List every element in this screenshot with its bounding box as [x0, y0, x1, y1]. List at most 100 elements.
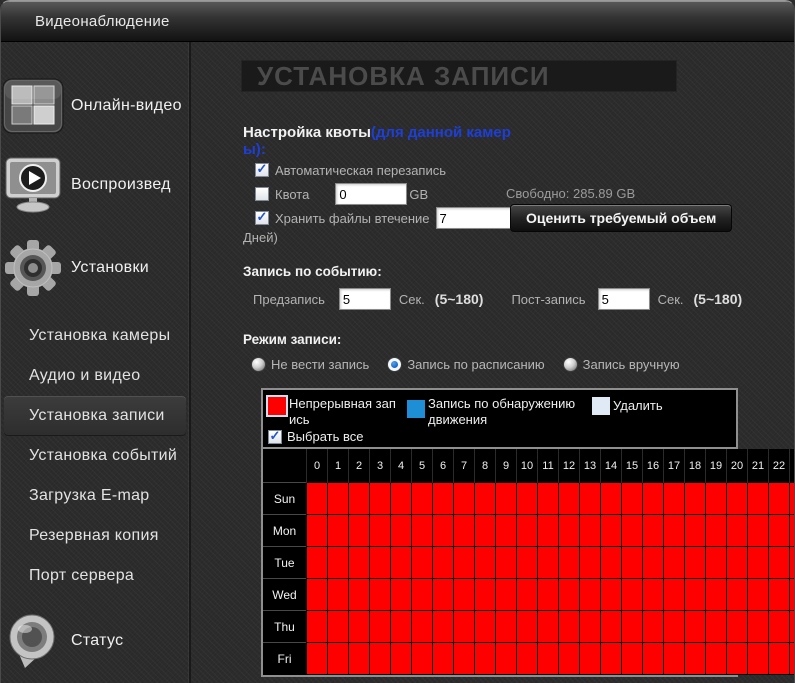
- estimate-volume-button[interactable]: Оценить требуемый объем: [510, 204, 732, 232]
- quota-input[interactable]: [335, 183, 407, 205]
- schedule-cell[interactable]: [559, 611, 580, 643]
- schedule-cell[interactable]: [685, 643, 706, 675]
- schedule-cell[interactable]: [685, 611, 706, 643]
- auto-overwrite-checkbox[interactable]: [255, 163, 269, 177]
- schedule-cell[interactable]: [328, 579, 349, 611]
- schedule-cell[interactable]: [685, 579, 706, 611]
- schedule-cell[interactable]: [412, 579, 433, 611]
- schedule-cell[interactable]: [454, 643, 475, 675]
- schedule-cell[interactable]: [496, 547, 517, 579]
- schedule-cell[interactable]: [748, 611, 769, 643]
- schedule-cell[interactable]: [517, 643, 538, 675]
- schedule-cell[interactable]: [475, 515, 496, 547]
- sidebar-item-резервная-копия[interactable]: Резервная копия: [1, 516, 189, 556]
- schedule-cell[interactable]: [454, 515, 475, 547]
- sidebar-item-playback[interactable]: Воспроизвед: [1, 156, 189, 214]
- schedule-cell[interactable]: [790, 611, 795, 643]
- schedule-cell[interactable]: [580, 547, 601, 579]
- schedule-cell[interactable]: [433, 483, 454, 515]
- schedule-cell[interactable]: [622, 611, 643, 643]
- schedule-cell[interactable]: [475, 483, 496, 515]
- schedule-cell[interactable]: [727, 579, 748, 611]
- schedule-cell[interactable]: [601, 547, 622, 579]
- schedule-cell[interactable]: [706, 515, 727, 547]
- schedule-cell[interactable]: [748, 547, 769, 579]
- legend-swatch-icon[interactable]: [407, 400, 425, 418]
- schedule-cell[interactable]: [790, 515, 795, 547]
- record-mode-option[interactable]: Не вести запись: [251, 357, 369, 372]
- schedule-cell[interactable]: [454, 611, 475, 643]
- schedule-cell[interactable]: [496, 611, 517, 643]
- schedule-cell[interactable]: [391, 643, 412, 675]
- schedule-cell[interactable]: [370, 643, 391, 675]
- schedule-cell[interactable]: [412, 515, 433, 547]
- schedule-cell[interactable]: [412, 643, 433, 675]
- schedule-cell[interactable]: [580, 611, 601, 643]
- schedule-cell[interactable]: [769, 611, 790, 643]
- schedule-cell[interactable]: [454, 579, 475, 611]
- schedule-cell[interactable]: [559, 579, 580, 611]
- schedule-cell[interactable]: [391, 547, 412, 579]
- schedule-cell[interactable]: [601, 643, 622, 675]
- schedule-cell[interactable]: [664, 611, 685, 643]
- schedule-cell[interactable]: [433, 643, 454, 675]
- schedule-cell[interactable]: [622, 515, 643, 547]
- legend-item[interactable]: Запись по обнаружению движения: [407, 396, 580, 428]
- schedule-cell[interactable]: [412, 611, 433, 643]
- legend-item[interactable]: Удалить: [592, 396, 663, 415]
- record-mode-option[interactable]: Запись по расписанию: [387, 357, 544, 372]
- legend-item[interactable]: Непрерывная запись: [268, 396, 401, 428]
- schedule-cell[interactable]: [391, 579, 412, 611]
- schedule-cell[interactable]: [475, 547, 496, 579]
- schedule-cell[interactable]: [748, 579, 769, 611]
- sidebar-item-установка-событий[interactable]: Установка событий: [1, 436, 189, 476]
- schedule-cell[interactable]: [706, 611, 727, 643]
- schedule-cell[interactable]: [349, 483, 370, 515]
- schedule-cell[interactable]: [433, 579, 454, 611]
- schedule-cell[interactable]: [370, 579, 391, 611]
- schedule-cell[interactable]: [307, 643, 328, 675]
- schedule-cell[interactable]: [664, 483, 685, 515]
- schedule-cell[interactable]: [664, 547, 685, 579]
- sidebar-item-status[interactable]: Статус: [1, 612, 189, 670]
- schedule-cell[interactable]: [349, 611, 370, 643]
- schedule-cell[interactable]: [559, 483, 580, 515]
- schedule-cell[interactable]: [790, 547, 795, 579]
- schedule-cell[interactable]: [727, 643, 748, 675]
- schedule-cell[interactable]: [664, 579, 685, 611]
- schedule-cell[interactable]: [685, 547, 706, 579]
- schedule-cell[interactable]: [328, 515, 349, 547]
- schedule-cell[interactable]: [412, 547, 433, 579]
- schedule-cell[interactable]: [328, 483, 349, 515]
- sidebar-item-аудио-и-видео[interactable]: Аудио и видео: [1, 356, 189, 396]
- schedule-cell[interactable]: [790, 579, 795, 611]
- schedule-cell[interactable]: [643, 515, 664, 547]
- schedule-cell[interactable]: [475, 579, 496, 611]
- radio-icon[interactable]: [251, 357, 266, 372]
- schedule-cell[interactable]: [643, 643, 664, 675]
- schedule-cell[interactable]: [622, 579, 643, 611]
- schedule-cell[interactable]: [349, 579, 370, 611]
- schedule-cell[interactable]: [454, 547, 475, 579]
- schedule-cell[interactable]: [370, 483, 391, 515]
- schedule-cell[interactable]: [769, 483, 790, 515]
- schedule-cell[interactable]: [580, 483, 601, 515]
- schedule-cell[interactable]: [391, 611, 412, 643]
- schedule-cell[interactable]: [706, 643, 727, 675]
- schedule-cell[interactable]: [601, 579, 622, 611]
- schedule-cell[interactable]: [538, 579, 559, 611]
- schedule-cell[interactable]: [580, 643, 601, 675]
- schedule-cell[interactable]: [496, 579, 517, 611]
- schedule-cell[interactable]: [706, 547, 727, 579]
- schedule-cell[interactable]: [769, 643, 790, 675]
- schedule-cell[interactable]: [349, 515, 370, 547]
- schedule-cell[interactable]: [727, 515, 748, 547]
- post-record-input[interactable]: [598, 288, 650, 310]
- schedule-cell[interactable]: [538, 611, 559, 643]
- schedule-cell[interactable]: [517, 515, 538, 547]
- schedule-cell[interactable]: [748, 515, 769, 547]
- schedule-cell[interactable]: [496, 483, 517, 515]
- schedule-cell[interactable]: [328, 611, 349, 643]
- schedule-cell[interactable]: [412, 483, 433, 515]
- schedule-cell[interactable]: [433, 515, 454, 547]
